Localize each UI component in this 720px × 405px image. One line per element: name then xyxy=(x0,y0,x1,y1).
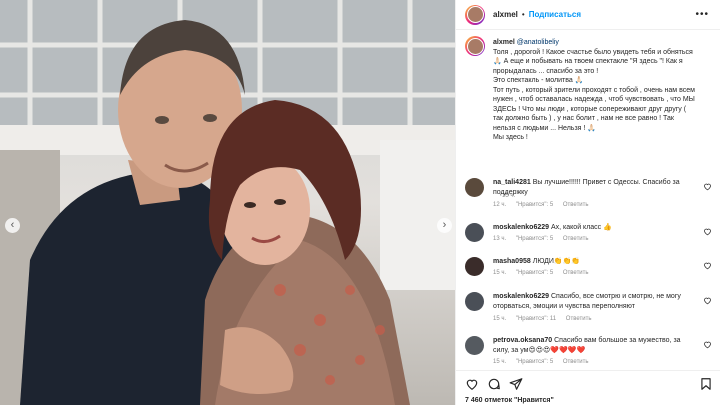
chevron-right-icon: › xyxy=(442,219,447,231)
follow-button[interactable]: Подписаться xyxy=(529,10,581,19)
comment-username[interactable]: moskalenko6229 xyxy=(493,293,549,300)
share-icon[interactable] xyxy=(509,377,523,391)
comment-meta: 15 ч. "Нравится": 5 Ответить xyxy=(493,359,597,365)
chevron-left-icon: ‹ xyxy=(10,219,15,231)
reply-button[interactable]: Ответить xyxy=(563,270,589,276)
caption-line: нельзя с людьми ... Нельзя ! 🙏🏻 xyxy=(493,124,597,132)
heart-icon[interactable] xyxy=(465,377,479,391)
comment-time: 12 ч. xyxy=(493,202,507,208)
likes-count[interactable]: 7 460 отметок "Нравится" xyxy=(465,397,554,404)
comment-body: ЛЮДИ👏👏👏 xyxy=(532,258,580,265)
comment-time: 15 ч. xyxy=(493,270,507,276)
comment-likes[interactable]: "Нравится": 5 xyxy=(516,236,553,242)
header-username[interactable]: alxmel xyxy=(493,10,518,19)
comment-username[interactable]: masha0958 xyxy=(493,258,531,265)
caption-avatar[interactable] xyxy=(465,36,485,56)
heart-icon[interactable] xyxy=(703,296,712,305)
comment-text: moskalenko6229 Ах, какой класс 👍 xyxy=(493,223,703,233)
reply-button[interactable]: Ответить xyxy=(563,236,589,242)
caption-line: 🙏🏻 А еще и побывать на твоем спектакле "… xyxy=(493,58,683,65)
action-bar xyxy=(456,370,720,392)
comment-meta: 15 ч. "Нравится": 5 Ответить xyxy=(493,270,597,276)
comment-likes[interactable]: "Нравится": 5 xyxy=(516,202,553,208)
comment-body-line: поддержку xyxy=(493,188,528,196)
comment-body: Спасибо, все смотрю и смотрю, не могу xyxy=(551,293,681,300)
comment-likes[interactable]: "Нравится": 5 xyxy=(516,270,553,276)
post-header: alxmel • Подписаться ••• xyxy=(456,0,720,30)
caption-line: Это спектакль - молитва 🙏🏻 xyxy=(493,77,584,84)
caption-username[interactable]: alxmel xyxy=(493,39,515,46)
caption-line: ЗДЕСЬ ! Что мы люди , которые сопережива… xyxy=(493,105,687,113)
caption-mention[interactable]: @anatolibeliy xyxy=(517,39,559,46)
comment-avatar[interactable] xyxy=(465,223,484,242)
comment-text: masha0958 ЛЮДИ👏👏👏 xyxy=(493,257,703,267)
carousel-prev-button[interactable]: ‹ xyxy=(5,218,20,233)
comment-icon[interactable] xyxy=(487,377,501,391)
caption-line: так должно быть ) , у нас болит , нам не… xyxy=(493,115,674,122)
comment-meta: 12 ч. "Нравится": 5 Ответить xyxy=(493,202,597,208)
heart-icon[interactable] xyxy=(703,340,712,349)
reply-button[interactable]: Ответить xyxy=(563,359,589,365)
avatar[interactable] xyxy=(465,4,485,25)
caption-line: Тот путь , который зрители проходят с то… xyxy=(493,86,695,94)
comment-time: 13 ч. xyxy=(493,236,507,242)
comment-time: 15 ч. xyxy=(493,359,507,365)
comment-avatar[interactable] xyxy=(465,257,484,276)
comment-body: Ах, какой класс 👍 xyxy=(551,224,612,231)
caption-line: Мы здесь ! xyxy=(493,134,528,141)
comment-text: petrova.oksana70 Спасибо вам большое за … xyxy=(493,336,703,355)
comment-body: Спасибо вам большое за мужество, за xyxy=(554,337,681,344)
comment-likes[interactable]: "Нравится": 5 xyxy=(516,359,553,365)
separator-dot: • xyxy=(521,10,525,19)
comment-username[interactable]: moskalenko6229 xyxy=(493,224,549,231)
comment-likes[interactable]: "Нравится": 11 xyxy=(516,316,556,322)
comment-body-line: оторваться, эмоции и чувства переполняют xyxy=(493,302,635,310)
caption-line: нужен , чтоб оставалась надежда , чтоб ч… xyxy=(493,96,695,103)
comment-meta: 13 ч. "Нравится": 5 Ответить xyxy=(493,236,597,242)
comment-avatar[interactable] xyxy=(465,336,484,355)
caption-text: alxmel @anatolibeliy Толя , дорогой ! Ка… xyxy=(493,38,715,143)
comment-username[interactable]: na_tali4281 xyxy=(493,179,531,186)
carousel-next-button[interactable]: › xyxy=(437,218,452,233)
comment-username[interactable]: petrova.oksana70 xyxy=(493,337,552,344)
heart-icon[interactable] xyxy=(703,227,712,236)
comment-avatar[interactable] xyxy=(465,292,484,311)
more-icon[interactable]: ••• xyxy=(695,9,709,20)
comment-avatar[interactable] xyxy=(465,178,484,197)
comment-text: na_tali4281 Вы лучшие!!!!!! Привет с Оде… xyxy=(493,178,703,197)
caption-line: Толя , дорогой ! Какое счастье было увид… xyxy=(493,48,693,56)
comment-meta: 15 ч. "Нравится": 11 Ответить xyxy=(493,316,599,322)
reply-button[interactable]: Ответить xyxy=(566,316,592,322)
post-photo[interactable]: ‹ › xyxy=(0,0,455,405)
comment-body: Вы лучшие!!!!!! Привет с Одессы. Спасибо… xyxy=(532,179,680,186)
post-image xyxy=(0,0,455,405)
caption-line: прорыдалась ... спасибо за это ! xyxy=(493,67,599,75)
comment-time: 15 ч. xyxy=(493,316,507,322)
heart-icon[interactable] xyxy=(703,261,712,270)
bookmark-icon[interactable] xyxy=(699,377,713,391)
post-side-panel: alxmel • Подписаться ••• alxmel @anatoli… xyxy=(455,0,720,405)
comment-body-line: силу, за ум😍😍😍❤️❤️❤️❤️ xyxy=(493,346,586,354)
heart-icon[interactable] xyxy=(703,182,712,191)
reply-button[interactable]: Ответить xyxy=(563,202,589,208)
comment-text: moskalenko6229 Спасибо, все смотрю и смо… xyxy=(493,292,703,311)
